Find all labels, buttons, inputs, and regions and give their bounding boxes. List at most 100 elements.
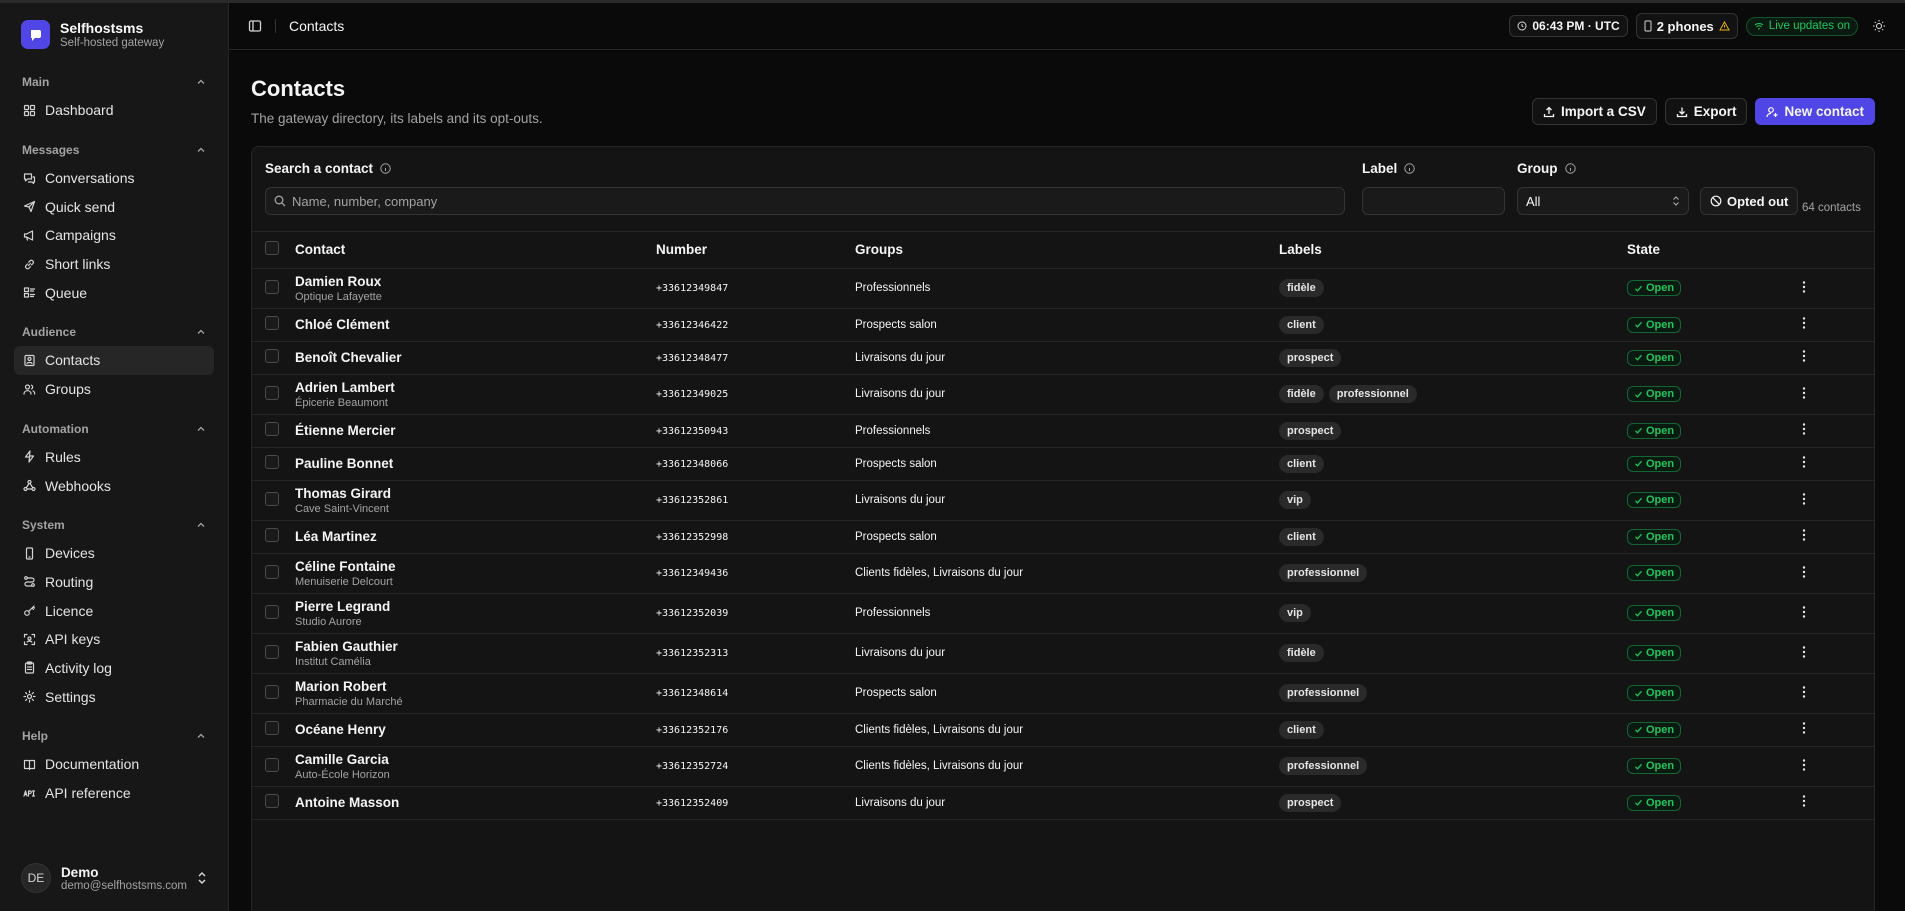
- table-row[interactable]: Antoine Masson +33612352409 Livraisons du …: [252, 786, 1874, 820]
- theme-toggle-sun-icon[interactable]: [1872, 19, 1886, 33]
- more-vertical-icon[interactable]: [1797, 492, 1811, 506]
- nav-section-header[interactable]: Audience: [14, 321, 214, 343]
- row-checkbox[interactable]: [265, 349, 279, 363]
- contact-name[interactable]: Léa Martinez: [295, 529, 656, 544]
- table-row[interactable]: Pauline Bonnet +33612348066 Prospects salo…: [252, 447, 1874, 481]
- opted-out-toggle[interactable]: Opted out: [1700, 187, 1799, 215]
- row-checkbox[interactable]: [265, 684, 279, 699]
- group-select[interactable]: All: [1517, 187, 1689, 215]
- sidebar-item-documentation[interactable]: Documentation: [14, 750, 214, 779]
- column-state[interactable]: State: [1627, 232, 1792, 269]
- table-row[interactable]: Léa Martinez +33612352998 Prospects salon c…: [252, 520, 1874, 554]
- row-checkbox[interactable]: [265, 528, 279, 542]
- sidebar-item-rules[interactable]: Rules: [14, 443, 214, 472]
- contact-name[interactable]: Fabien Gauthier: [295, 639, 656, 654]
- more-vertical-icon[interactable]: [1797, 794, 1811, 808]
- nav-section-header[interactable]: Messages: [14, 139, 214, 161]
- info-icon[interactable]: [1564, 163, 1576, 174]
- sidebar-item-activity-log[interactable]: Activity log: [14, 654, 214, 683]
- table-row[interactable]: Benoît Chevalier +33612348477 Livraisons d…: [252, 341, 1874, 375]
- sidebar-item-licence[interactable]: Licence: [14, 596, 214, 625]
- sidebar-toggle-icon[interactable]: [248, 19, 262, 33]
- more-vertical-icon[interactable]: [1797, 316, 1811, 330]
- phones-badge[interactable]: 2 phones: [1635, 13, 1738, 39]
- more-vertical-icon[interactable]: [1797, 455, 1811, 469]
- row-checkbox[interactable]: [265, 316, 279, 330]
- more-vertical-icon[interactable]: [1797, 565, 1811, 579]
- table-row[interactable]: Céline Fontaine Menuiserie Delcourt +33612…: [252, 553, 1874, 594]
- more-vertical-icon[interactable]: [1797, 280, 1811, 294]
- nav-section-header[interactable]: Automation: [14, 418, 214, 440]
- contact-name[interactable]: Camille Garcia: [295, 752, 656, 767]
- contact-name[interactable]: Benoît Chevalier: [295, 350, 656, 365]
- more-vertical-icon[interactable]: [1797, 422, 1811, 436]
- more-vertical-icon[interactable]: [1797, 685, 1811, 699]
- sidebar-item-contacts[interactable]: Contacts: [14, 346, 214, 375]
- table-row[interactable]: Damien Roux Optique Lafayette +33612349847…: [252, 268, 1874, 309]
- sidebar-item-settings[interactable]: Settings: [14, 682, 214, 711]
- more-vertical-icon[interactable]: [1797, 528, 1811, 542]
- search-input[interactable]: Name, number, company: [265, 187, 1345, 215]
- contact-name[interactable]: Damien Roux: [295, 274, 656, 289]
- row-checkbox[interactable]: [265, 279, 279, 294]
- user-menu[interactable]: DE Demo demo@selfhostsms.com: [14, 863, 214, 893]
- more-vertical-icon[interactable]: [1797, 349, 1811, 363]
- table-row[interactable]: Étienne Mercier +33612350943 Professionnel…: [252, 414, 1874, 448]
- nav-section-header[interactable]: Main: [14, 71, 214, 93]
- sidebar-item-conversations[interactable]: Conversations: [14, 164, 214, 193]
- row-checkbox[interactable]: [265, 564, 279, 579]
- sidebar-item-queue[interactable]: Queue: [14, 278, 214, 307]
- row-checkbox[interactable]: [265, 422, 279, 436]
- column-number[interactable]: Number: [656, 232, 855, 269]
- sidebar-item-routing[interactable]: Routing: [14, 568, 214, 597]
- contact-name[interactable]: Océane Henry: [295, 722, 656, 737]
- contact-name[interactable]: Pauline Bonnet: [295, 456, 656, 471]
- live-updates-badge[interactable]: Live updates on: [1745, 16, 1858, 36]
- contact-name[interactable]: Antoine Masson: [295, 795, 656, 810]
- column-groups[interactable]: Groups: [855, 232, 1279, 269]
- table-row[interactable]: Camille Garcia Auto-École Horizon +3361235…: [252, 746, 1874, 787]
- row-checkbox[interactable]: [265, 604, 279, 619]
- sidebar-item-webhooks[interactable]: Webhooks: [14, 471, 214, 500]
- table-row[interactable]: Fabien Gauthier Institut Camélia +33612352…: [252, 633, 1874, 674]
- info-icon[interactable]: [1404, 163, 1415, 174]
- new-contact-button[interactable]: New contact: [1755, 98, 1875, 125]
- more-vertical-icon[interactable]: [1797, 721, 1811, 735]
- sidebar-item-api-keys[interactable]: API keys: [14, 625, 214, 654]
- table-row[interactable]: Thomas Girard Cave Saint-Vincent +33612352…: [252, 480, 1874, 521]
- sidebar-item-dashboard[interactable]: Dashboard: [14, 96, 214, 125]
- row-checkbox[interactable]: [265, 794, 279, 808]
- table-row[interactable]: Océane Henry +33612352176 Clients fidèles,…: [252, 713, 1874, 747]
- row-checkbox[interactable]: [265, 757, 279, 772]
- row-checkbox[interactable]: [265, 721, 279, 735]
- sidebar-item-devices[interactable]: Devices: [14, 539, 214, 568]
- column-contact[interactable]: Contact: [295, 232, 656, 269]
- more-vertical-icon[interactable]: [1797, 386, 1811, 400]
- row-checkbox[interactable]: [265, 385, 279, 400]
- sidebar-item-quick-send[interactable]: Quick send: [14, 192, 214, 221]
- sidebar-item-campaigns[interactable]: Campaigns: [14, 221, 214, 250]
- row-checkbox[interactable]: [265, 644, 279, 659]
- contact-name[interactable]: Pierre Legrand: [295, 599, 656, 614]
- contact-name[interactable]: Étienne Mercier: [295, 423, 656, 438]
- column-labels[interactable]: Labels: [1279, 232, 1627, 269]
- contact-name[interactable]: Adrien Lambert: [295, 380, 656, 395]
- table-row[interactable]: Adrien Lambert Épicerie Beaumont +33612349…: [252, 374, 1874, 415]
- table-row[interactable]: Chloé Clément +33612346422 Prospects salon…: [252, 308, 1874, 342]
- sidebar-item-api-reference[interactable]: API reference: [14, 779, 214, 808]
- contact-name[interactable]: Céline Fontaine: [295, 559, 656, 574]
- label-filter-input[interactable]: [1362, 187, 1505, 215]
- more-vertical-icon[interactable]: [1797, 645, 1811, 659]
- info-icon[interactable]: [380, 163, 391, 174]
- contact-name[interactable]: Marion Robert: [295, 679, 656, 694]
- nav-section-header[interactable]: System: [14, 514, 214, 536]
- import-csv-button[interactable]: Import a CSV: [1531, 98, 1657, 125]
- table-row[interactable]: Pierre Legrand Studio Aurore +33612352039 P…: [252, 593, 1874, 634]
- more-vertical-icon[interactable]: [1797, 758, 1811, 772]
- contact-name[interactable]: Chloé Clément: [295, 317, 656, 332]
- sidebar-item-short-links[interactable]: Short links: [14, 250, 214, 279]
- row-checkbox[interactable]: [265, 455, 279, 469]
- nav-section-header[interactable]: Help: [14, 725, 214, 747]
- table-row[interactable]: Marion Robert Pharmacie du Marché +3361234…: [252, 673, 1874, 714]
- brand[interactable]: Selfhostsms Self-hosted gateway: [0, 3, 228, 59]
